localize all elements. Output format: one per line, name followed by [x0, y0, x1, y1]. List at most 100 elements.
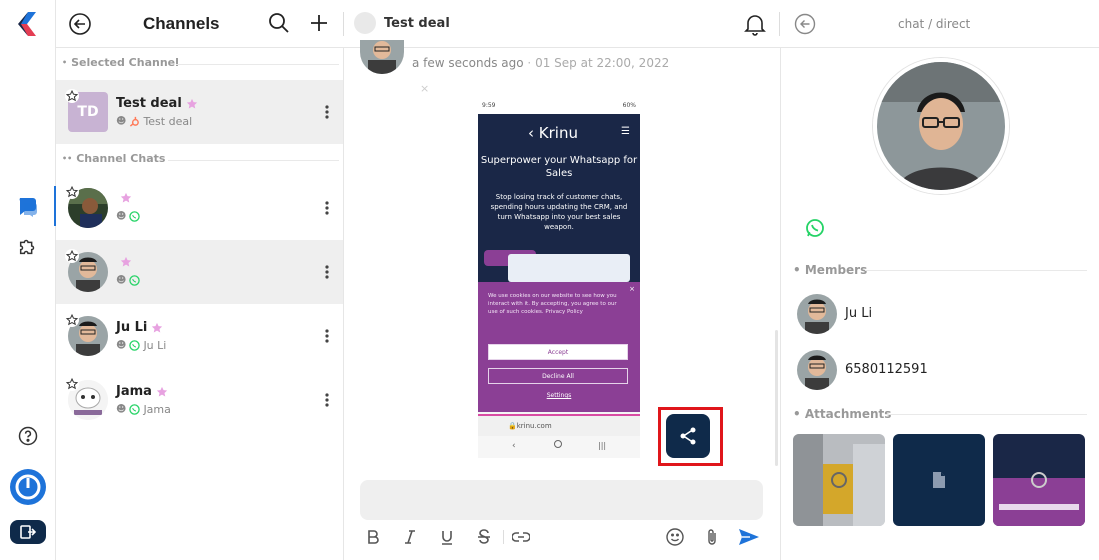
star-icon [152, 322, 163, 332]
plus-icon[interactable] [308, 12, 332, 36]
decline-button: Decline All [488, 368, 628, 384]
breadcrumb: chat / direct [898, 17, 971, 31]
browser-url-bar: 🔒 krinu.com [478, 414, 640, 436]
channels-title: Channels [143, 14, 220, 33]
star-icon[interactable] [65, 88, 79, 103]
power-icon[interactable] [10, 469, 46, 505]
selected-channel-item[interactable]: TD Test deal ☻ Test deal [56, 80, 343, 144]
chat-panel: a few seconds ago · 01 Sep at 22:00, 202… [344, 40, 780, 560]
help-icon[interactable] [16, 424, 40, 448]
chat-title: Test deal [384, 16, 450, 31]
channel-chat-item[interactable]: Jama ☻ Jama [56, 368, 343, 432]
back-icon[interactable] [68, 12, 92, 36]
back-icon[interactable] [794, 13, 816, 35]
divider [176, 64, 339, 65]
kebab-icon[interactable] [325, 264, 329, 280]
member-name: 6580112591 [845, 362, 928, 377]
link-icon[interactable] [510, 526, 532, 548]
channel-sub: ☻ Jama [116, 403, 171, 416]
search-icon[interactable] [268, 12, 292, 36]
underline-icon[interactable] [436, 526, 458, 548]
hero-body: Stop losing track of customer chats, spe… [490, 193, 628, 231]
nav-rail [0, 0, 56, 560]
message-avatar [360, 40, 404, 74]
emoji-icon[interactable] [664, 526, 686, 548]
star-icon[interactable] [65, 376, 79, 391]
channel-chat-item[interactable]: ☻ [56, 176, 343, 240]
message-meta: a few seconds ago · 01 Sep at 22:00, 202… [412, 56, 670, 70]
chat-avatar [354, 12, 376, 34]
send-icon[interactable] [738, 526, 760, 548]
member-item[interactable]: Ju Li [797, 292, 1087, 336]
star-icon[interactable] [65, 184, 79, 199]
divider [865, 270, 1087, 271]
members-heading: • Members [793, 263, 868, 277]
channel-sub: ☻ Ju Li [116, 339, 167, 352]
divider [343, 12, 344, 36]
attachments-heading: • Attachments [793, 407, 892, 421]
bell-icon[interactable] [744, 12, 768, 36]
attachment-file[interactable] [893, 434, 985, 526]
attachment-image[interactable] [793, 434, 885, 526]
channel-chats-heading: •• Channel Chats [62, 152, 166, 165]
kebab-icon[interactable] [325, 200, 329, 216]
chat-icon[interactable] [16, 194, 40, 218]
star-icon [120, 192, 132, 203]
share-icon [680, 427, 696, 445]
channel-sub: ☻ [116, 211, 143, 222]
italic-icon[interactable] [399, 526, 421, 548]
member-item[interactable]: 6580112591 [797, 348, 1087, 392]
channel-chat-item[interactable]: Ju Li ☻ Ju Li [56, 304, 343, 368]
app-preview [508, 254, 630, 282]
puzzle-icon[interactable] [16, 234, 40, 258]
whatsapp-icon [129, 340, 141, 351]
file-icon [933, 472, 945, 488]
scrollbar[interactable] [775, 330, 778, 466]
kebab-icon[interactable] [325, 104, 329, 120]
phone-nav-bar: ‹ ||| [478, 436, 640, 458]
cookie-banner: We use cookies on our website to see how… [478, 282, 640, 412]
divider [503, 530, 504, 544]
cookie-text: We use cookies on our website to see how… [488, 293, 617, 315]
avatar [797, 350, 837, 390]
hero-headline: Superpower your Whatsapp for Sales [480, 155, 638, 179]
channel-name: Ju Li [116, 320, 163, 335]
app: Channels Test deal chat / direct • Select… [0, 0, 1099, 560]
close-icon[interactable]: × [420, 82, 429, 95]
star-icon [156, 386, 168, 396]
top-bar: Channels Test deal chat / direct [56, 0, 1099, 48]
channel-chat-item[interactable]: ☻ [56, 240, 343, 304]
channel-name: Jama [116, 384, 168, 399]
kebab-icon[interactable] [325, 392, 329, 408]
logout-icon[interactable] [10, 520, 46, 544]
channel-sub: ☻ Test deal [116, 115, 193, 128]
star-icon[interactable] [65, 248, 79, 263]
bot-icon: ☻ [116, 116, 127, 127]
star-icon [186, 98, 197, 108]
channel-sub: ☻ [116, 275, 143, 286]
settings-link: Settings [546, 392, 572, 399]
whatsapp-icon [129, 275, 141, 286]
message-input[interactable] [360, 480, 763, 520]
accept-button: Accept [488, 344, 628, 360]
share-button[interactable] [666, 414, 710, 458]
phone-status-bar: 9:59 60% [478, 100, 640, 114]
kebab-icon[interactable] [325, 328, 329, 344]
strikethrough-icon[interactable] [473, 526, 495, 548]
star-icon[interactable] [65, 312, 79, 327]
member-name: Ju Li [845, 306, 873, 321]
app-logo-icon[interactable] [14, 10, 40, 38]
attachment-image[interactable] [993, 434, 1085, 526]
bold-icon[interactable] [362, 526, 384, 548]
divider [168, 160, 339, 161]
whatsapp-icon [129, 404, 141, 415]
attach-icon[interactable] [701, 526, 723, 548]
message-image[interactable]: 9:59 60% ‹ Krinu ☰ Superpower your Whats… [478, 100, 640, 458]
channel-name [116, 256, 132, 268]
selected-channel-heading: • Selected Channel [62, 56, 179, 69]
contact-avatar [873, 58, 1009, 194]
whatsapp-icon[interactable] [805, 218, 825, 238]
channel-name [116, 192, 132, 204]
close-icon: × [629, 285, 635, 293]
channel-name: Test deal [116, 96, 198, 111]
